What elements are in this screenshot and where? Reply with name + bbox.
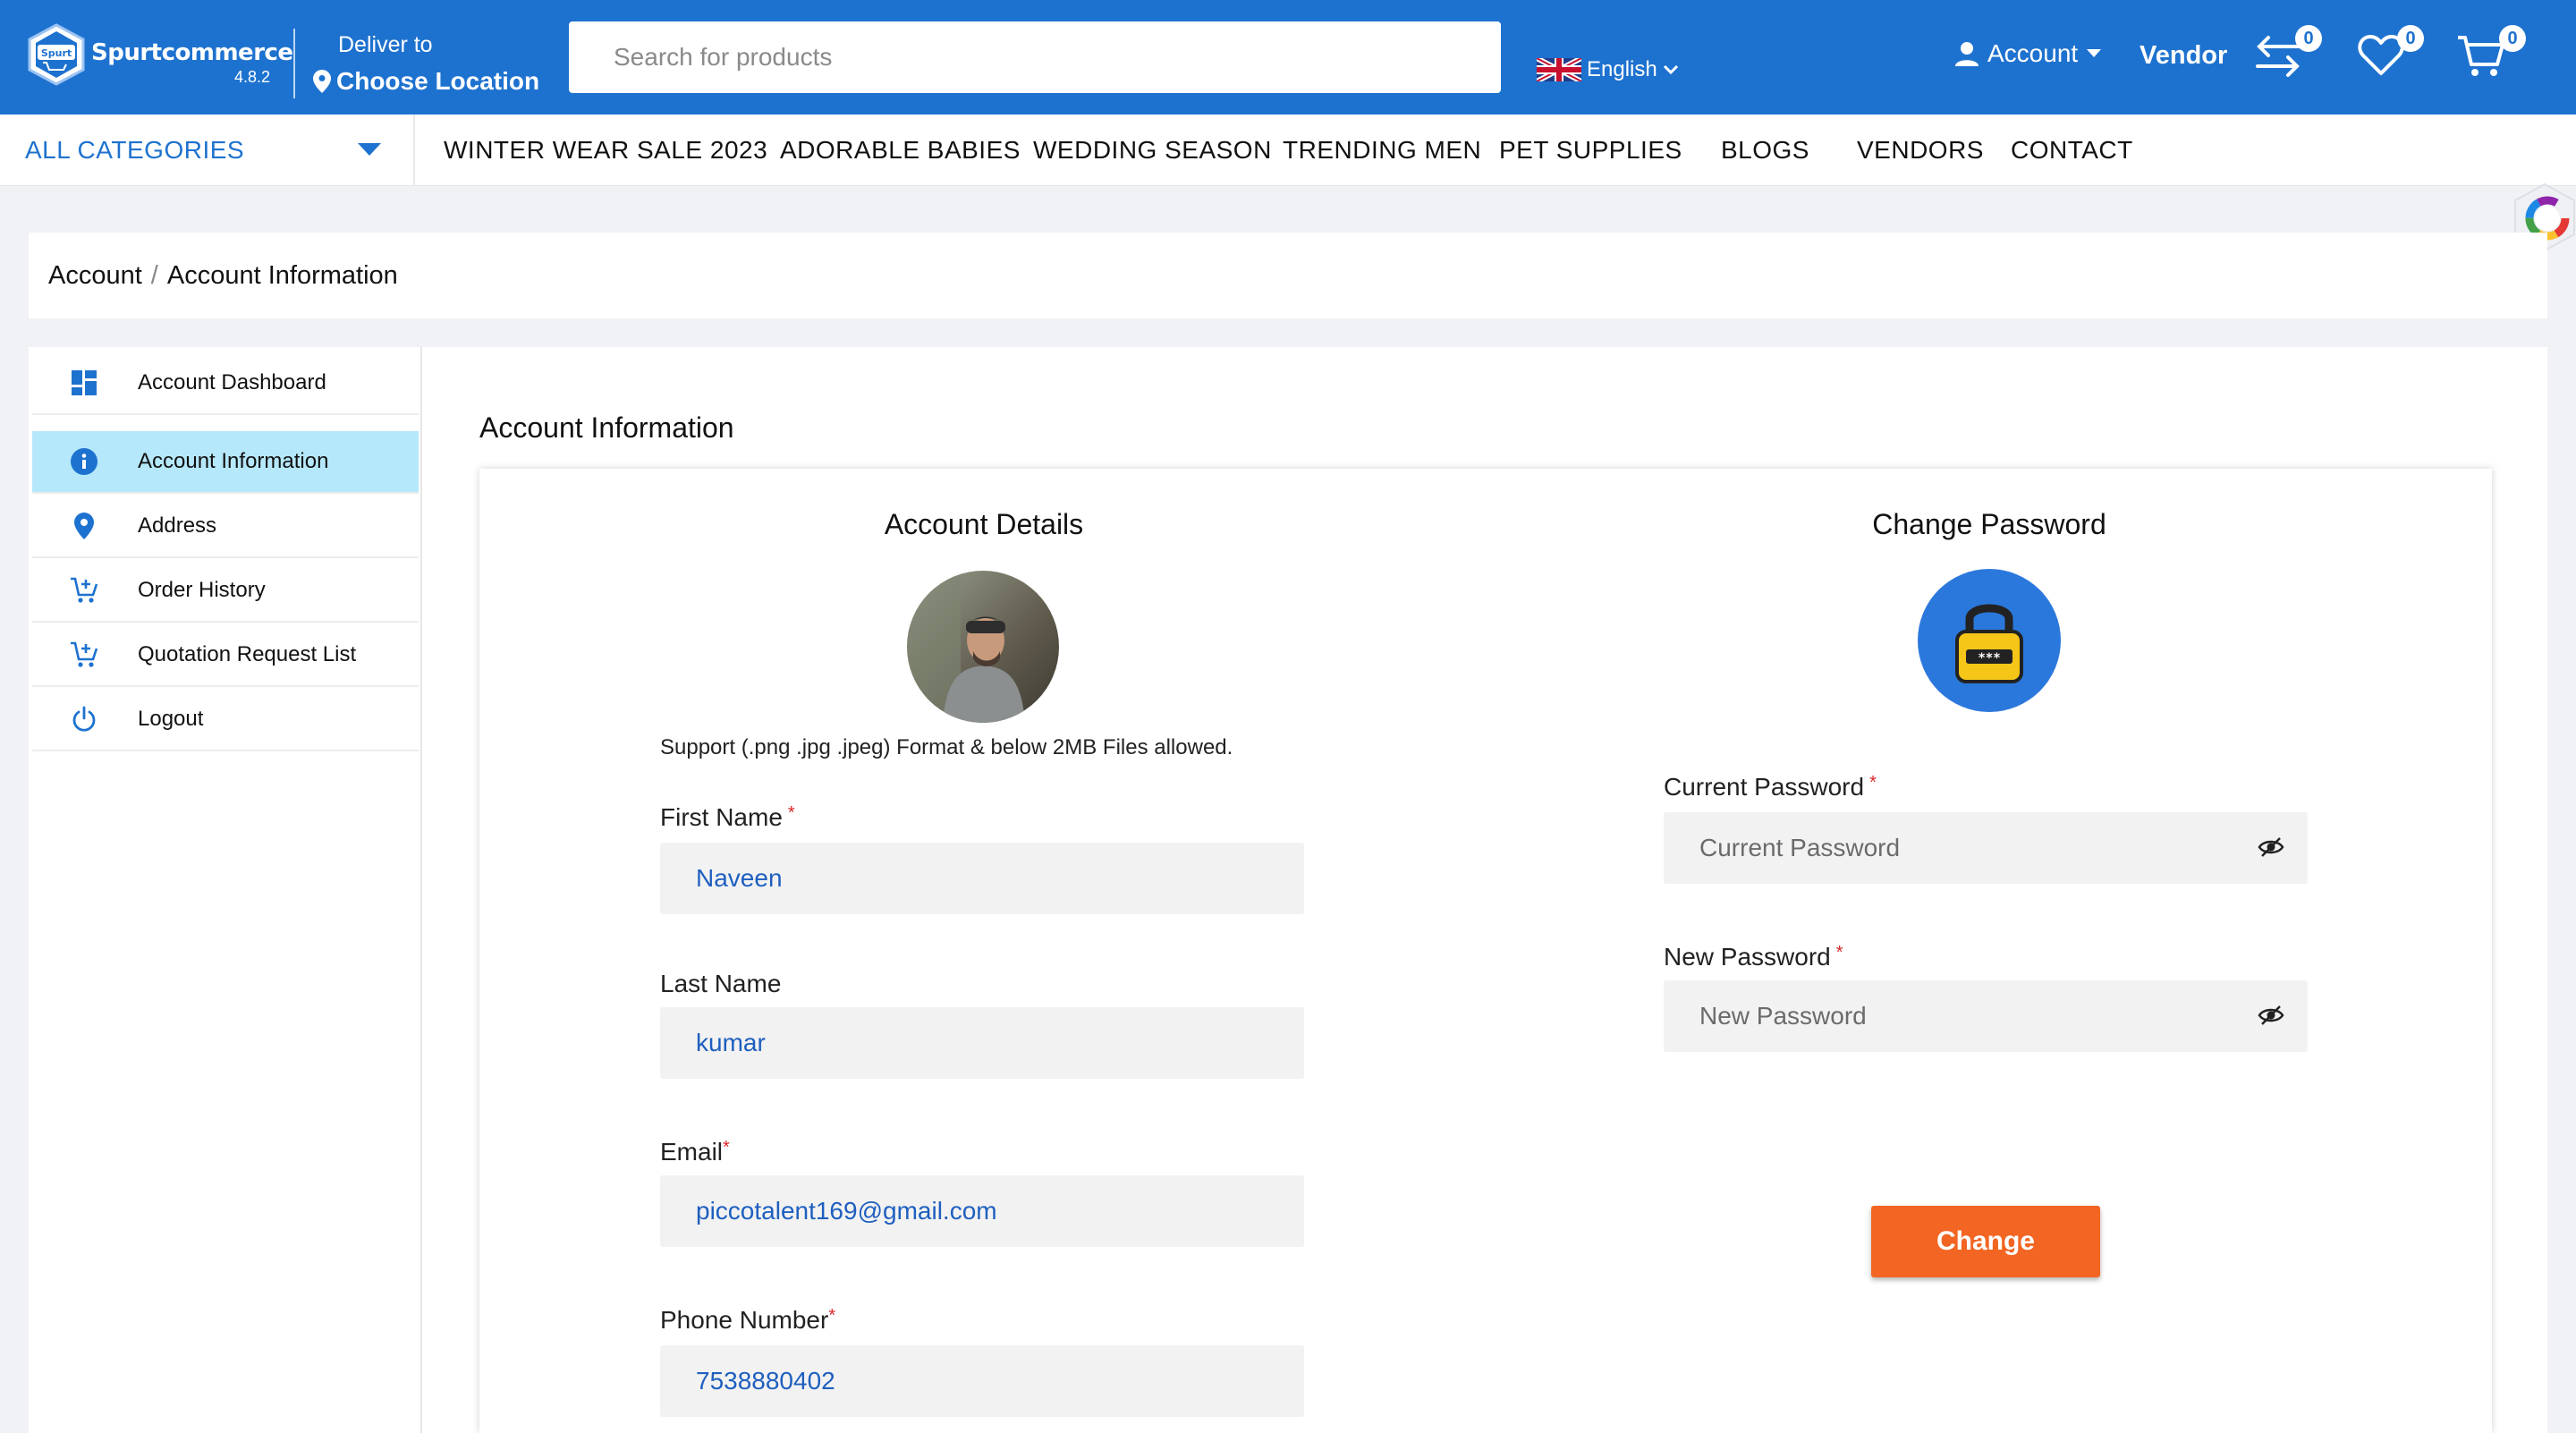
account-info-card: Account Details Support (.png .jpg .jpeg… <box>479 469 2492 1433</box>
caret-down-icon <box>358 143 381 156</box>
page-title: Account Information <box>479 411 734 444</box>
sidebar-item-label: Logout <box>138 707 204 731</box>
breadcrumb-account-link[interactable]: Account <box>48 261 142 291</box>
location-pin-icon <box>70 512 98 540</box>
compare-button[interactable]: 0 <box>2254 25 2322 83</box>
account-details-title: Account Details <box>884 508 1084 540</box>
required-mark: * <box>723 1138 730 1157</box>
language-label: English <box>1587 57 1657 81</box>
breadcrumb: Account / Account Information <box>29 233 2547 318</box>
logo-badge-text: Spurt <box>41 47 72 59</box>
nav-item-wedding-season[interactable]: WEDDING SEASON <box>1033 136 1272 165</box>
required-mark: * <box>828 1306 836 1326</box>
required-mark: * <box>1835 943 1843 962</box>
search-input[interactable] <box>569 21 1501 93</box>
svg-text:***: *** <box>1978 651 2000 666</box>
new-password-field[interactable] <box>1664 980 2308 1052</box>
lock-icon: *** <box>1918 569 2061 712</box>
sidebar-item-logout[interactable]: Logout <box>32 689 419 751</box>
deliver-to-label: Deliver to <box>338 32 433 57</box>
sidebar-item-address[interactable]: Address <box>32 496 419 558</box>
first-name-field[interactable] <box>660 843 1304 914</box>
nav-item-blogs[interactable]: BLOGS <box>1721 136 1809 165</box>
phone-field[interactable] <box>660 1345 1304 1417</box>
nav-item-contact[interactable]: CONTACT <box>2011 136 2133 165</box>
phone-label: Phone Number* <box>660 1306 836 1334</box>
all-categories-label: ALL CATEGORIES <box>25 136 245 164</box>
nav-item-pet-supplies[interactable]: PET SUPPLIES <box>1499 136 1682 165</box>
required-mark: * <box>1869 773 1877 793</box>
wishlist-count-badge: 0 <box>2397 25 2424 52</box>
account-sidebar: Account Dashboard Account Information Ad… <box>29 347 422 1433</box>
deliver-location[interactable]: Deliver to Choose Location <box>313 32 539 96</box>
profile-avatar[interactable] <box>907 571 1059 723</box>
current-password-wrapper <box>1664 812 2308 884</box>
site-logo[interactable]: Spurt Spurtcommerce 4.8.2 <box>27 23 293 89</box>
avatar-photo <box>907 571 1059 723</box>
sidebar-item-order-history[interactable]: Order History <box>32 560 419 623</box>
info-icon <box>70 447 98 476</box>
cart-button[interactable]: 0 <box>2456 25 2526 83</box>
required-mark: * <box>787 803 795 823</box>
category-nav: ALL CATEGORIES WINTER WEAR SALE 2023 ADO… <box>0 114 2576 186</box>
user-icon <box>1955 42 1979 66</box>
nav-item-trending-men[interactable]: TRENDING MEN <box>1283 136 1481 165</box>
logo-cart-icon: Spurt <box>28 23 85 86</box>
account-menu[interactable]: Account <box>1955 39 2102 68</box>
choose-location-label: Choose Location <box>336 67 540 95</box>
location-pin-icon <box>313 70 331 93</box>
version-label: 4.8.2 <box>234 68 271 86</box>
nav-item-adorable-babies[interactable]: ADORABLE BABIES <box>780 136 1021 165</box>
change-password-title: Change Password <box>1872 508 2106 540</box>
add-to-cart-icon <box>70 640 98 669</box>
eye-slash-icon[interactable] <box>2258 834 2284 861</box>
upload-support-text: Support (.png .jpg .jpeg) Format & below… <box>660 735 1233 759</box>
current-password-field[interactable] <box>1664 812 2308 884</box>
first-name-label: First Name * <box>660 803 795 831</box>
sidebar-item-quotation-request-list[interactable]: Quotation Request List <box>32 624 419 687</box>
compare-count-badge: 0 <box>2295 25 2322 52</box>
cart-count-badge: 0 <box>2499 25 2526 52</box>
header-divider <box>293 29 295 98</box>
eye-slash-icon[interactable] <box>2258 1002 2284 1029</box>
new-password-wrapper <box>1664 980 2308 1052</box>
power-icon <box>70 705 98 733</box>
sidebar-item-label: Account Information <box>138 449 329 473</box>
breadcrumb-separator: / <box>150 260 158 290</box>
language-selector[interactable]: English <box>1537 57 1679 82</box>
sidebar-item-label: Order History <box>138 578 266 602</box>
caret-down-icon <box>2087 49 2102 57</box>
sidebar-item-account-information[interactable]: Account Information <box>32 431 419 494</box>
last-name-label: Last Name <box>660 970 782 997</box>
top-header: Spurt Spurtcommerce 4.8.2 Deliver to Cho… <box>0 0 2576 114</box>
sidebar-item-label: Account Dashboard <box>138 370 326 394</box>
change-password-button[interactable]: Change <box>1871 1206 2100 1277</box>
sidebar-item-label: Address <box>138 513 217 538</box>
search-bar <box>569 21 1501 93</box>
uk-flag-icon <box>1537 58 1581 81</box>
add-to-cart-icon <box>70 576 98 605</box>
vendor-link[interactable]: Vendor <box>2140 41 2227 71</box>
sidebar-item-label: Quotation Request List <box>138 642 357 666</box>
wishlist-button[interactable]: 0 <box>2358 25 2424 81</box>
main-content: Account Information Account Details Supp… <box>422 347 2547 1433</box>
email-label: Email* <box>660 1138 730 1166</box>
sidebar-item-account-dashboard[interactable]: Account Dashboard <box>32 352 419 415</box>
new-password-label: New Password * <box>1664 943 1843 971</box>
account-label: Account <box>1987 39 2079 67</box>
logo-text: Spurtcommerce <box>91 39 293 66</box>
last-name-field[interactable] <box>660 1007 1304 1079</box>
nav-item-winter-wear-sale[interactable]: WINTER WEAR SALE 2023 <box>444 136 767 165</box>
current-password-label: Current Password * <box>1664 773 1877 801</box>
all-categories-dropdown[interactable]: ALL CATEGORIES <box>0 114 415 186</box>
chevron-down-icon <box>1663 64 1678 75</box>
nav-item-vendors[interactable]: VENDORS <box>1857 136 1984 165</box>
email-field[interactable] <box>660 1175 1304 1247</box>
breadcrumb-current: Account Information <box>166 260 398 290</box>
dashboard-icon <box>70 369 98 397</box>
